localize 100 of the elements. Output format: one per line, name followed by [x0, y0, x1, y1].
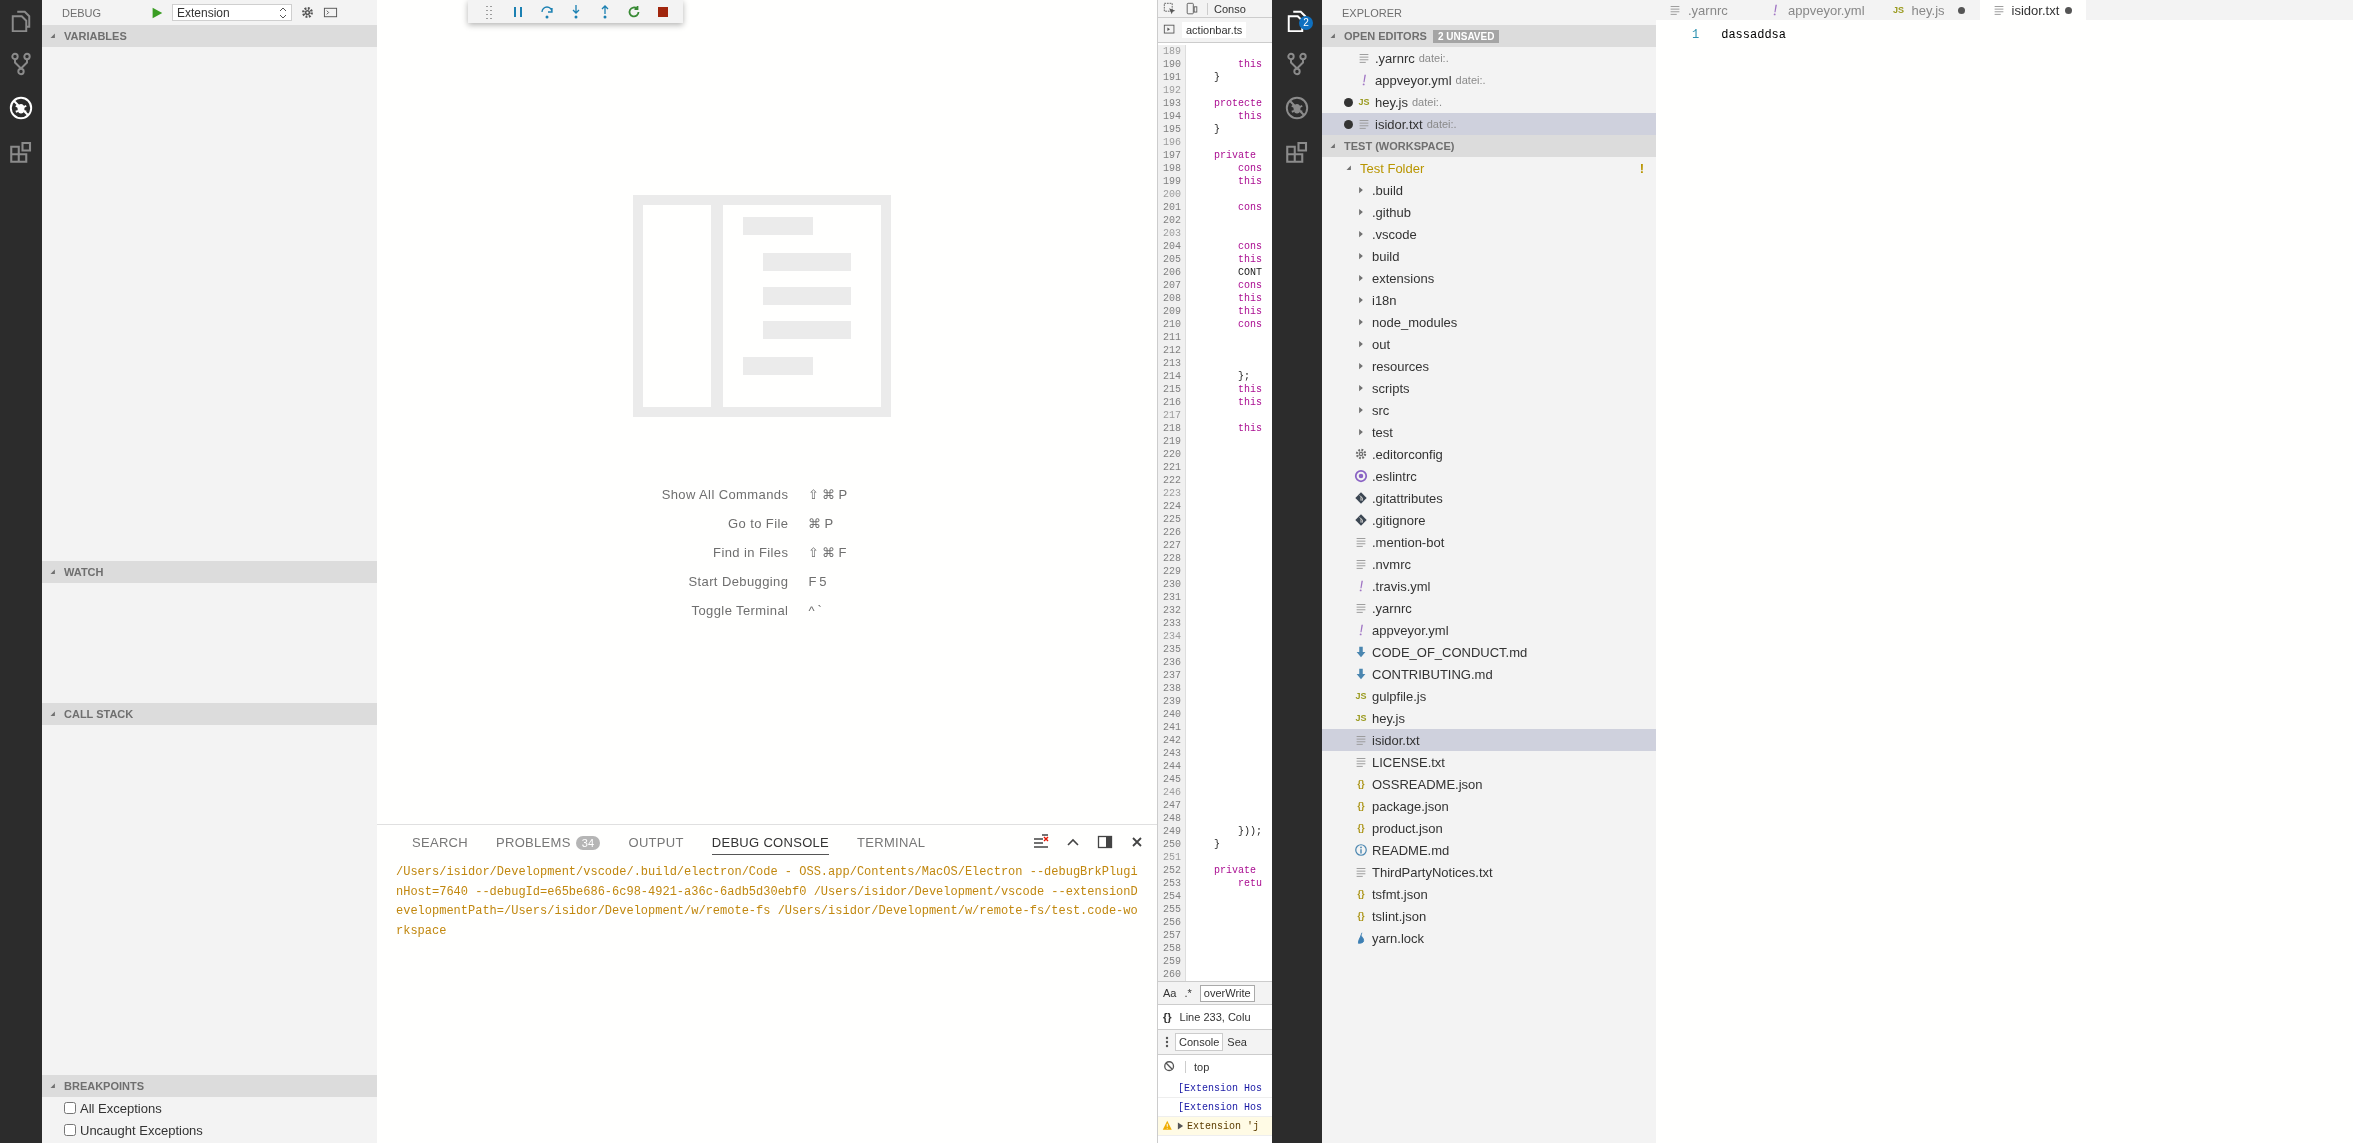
file-item[interactable]: .editorconfig — [1322, 443, 1656, 465]
expanded-triangle-icon[interactable] — [48, 1081, 58, 1091]
console-output: /Users/isidor/Development/vscode/.build/electron/Code - OSS.app/Contents/MacOS/Electron --debugBrkPluginHost=7640 --debugId=e65be686-6c98-4921-a36c-6adb5d30ebf0 /Users/isidor/Development/vscode --extensionDevelopmentPath=/Users/isidor/Development/w/remote-fs /Users/isidor/Development/w/remote-fs/test.code-workspace — [396, 864, 1138, 940]
play-icon[interactable] — [150, 5, 164, 20]
file-item[interactable]: {} package.json — [1322, 795, 1656, 817]
terminal-icon[interactable] — [323, 5, 338, 20]
search-field[interactable]: overWrite — [1199, 984, 1255, 1002]
open-editor-item[interactable]: .yarnrc datei:. — [1322, 47, 1656, 69]
file-item[interactable]: JS gulpfile.js — [1322, 685, 1656, 707]
sidebar-toggle-icon[interactable] — [1163, 23, 1177, 37]
folder-item[interactable]: src — [1322, 399, 1656, 421]
file-item[interactable]: {} tslint.json — [1322, 905, 1656, 927]
file-item[interactable]: CODE_OF_CONDUCT.md — [1322, 641, 1656, 663]
pretty-print-button[interactable]: {} — [1163, 1011, 1172, 1023]
branch-icon[interactable] — [1285, 52, 1309, 76]
line-number: 236 — [1158, 656, 1186, 669]
line-number: 206 — [1158, 266, 1186, 279]
line-number: 250 — [1158, 838, 1186, 851]
configuration-select[interactable]: Extension — [172, 4, 292, 21]
open-editor-item[interactable]: isidor.txt datei:. — [1322, 113, 1656, 135]
expanded-triangle-icon[interactable] — [1328, 141, 1338, 151]
branch-icon[interactable] — [9, 52, 33, 76]
context-select[interactable]: top — [1185, 1061, 1210, 1073]
line-number: 235 — [1158, 643, 1186, 656]
folder-item[interactable]: .vscode — [1322, 223, 1656, 245]
match-case-toggle[interactable]: Aa — [1163, 987, 1177, 999]
expanded-triangle-icon[interactable] — [48, 31, 58, 41]
section-header[interactable]: TEST (WORKSPACE) — [1322, 135, 1656, 157]
code-line: cons — [1237, 318, 1262, 331]
file-item[interactable]: JS hey.js — [1322, 707, 1656, 729]
panel-layout-icon[interactable] — [1097, 834, 1113, 850]
file-item[interactable]: appveyor.yml — [1322, 619, 1656, 641]
file-item[interactable]: {} OSSREADME.json — [1322, 773, 1656, 795]
extensions-icon[interactable] — [1285, 140, 1309, 164]
file-item[interactable]: .mention-bot — [1322, 531, 1656, 553]
file-item[interactable]: .yarnrc — [1322, 597, 1656, 619]
extensions-icon[interactable] — [9, 140, 33, 164]
gear-icon[interactable] — [300, 5, 315, 20]
section-header[interactable]: VARIABLES — [42, 25, 377, 47]
file-item[interactable]: .travis.yml — [1322, 575, 1656, 597]
file-item[interactable]: yarn.lock — [1322, 927, 1656, 949]
folder-item[interactable]: node_modules — [1322, 311, 1656, 333]
file-name: CODE_OF_CONDUCT.md — [1372, 644, 1528, 660]
drawer-tab[interactable]: Console — [1175, 1033, 1224, 1051]
file-tab[interactable]: actionbar.ts — [1182, 22, 1247, 38]
line-number: 242 — [1158, 734, 1186, 747]
expanded-triangle-icon[interactable] — [48, 709, 58, 719]
section-header[interactable]: CALL STACK — [42, 703, 377, 725]
checkbox[interactable] — [64, 1124, 76, 1136]
file-item[interactable]: isidor.txt — [1322, 729, 1656, 751]
folder-item[interactable]: extensions — [1322, 267, 1656, 289]
panel-tab[interactable]: DEBUG CONSOLE — [711, 829, 830, 855]
panel-tab[interactable]: PROBLEMS 34 — [496, 829, 601, 855]
file-item[interactable]: {} tsfmt.json — [1322, 883, 1656, 905]
expanded-triangle-icon[interactable] — [1328, 31, 1338, 41]
folder-item[interactable]: test — [1322, 421, 1656, 443]
kebab-menu-icon[interactable] — [1163, 1035, 1171, 1049]
panel-tab[interactable]: SEARCH — [412, 829, 468, 855]
file-item[interactable]: .gitignore — [1322, 509, 1656, 531]
open-editor-item[interactable]: JS hey.js datei:. — [1322, 91, 1656, 113]
folder-item[interactable]: build — [1322, 245, 1656, 267]
device-icon[interactable] — [1185, 1, 1199, 16]
line-number: 215 — [1158, 383, 1186, 396]
file-item[interactable]: {} product.json — [1322, 817, 1656, 839]
folder-item[interactable]: scripts — [1322, 377, 1656, 399]
folder-item[interactable]: .github — [1322, 201, 1656, 223]
panel-tab[interactable]: TERMINAL — [857, 829, 926, 855]
file-item[interactable]: CONTRIBUTING.md — [1322, 663, 1656, 685]
section-header[interactable]: WATCH — [42, 561, 377, 583]
folder-item[interactable]: .build — [1322, 179, 1656, 201]
file-item[interactable]: LICENSE.txt — [1322, 751, 1656, 773]
folder-item[interactable]: out — [1322, 333, 1656, 355]
file-item[interactable]: .eslintrc — [1322, 465, 1656, 487]
clear-console-icon[interactable] — [1033, 834, 1049, 850]
clear-icon[interactable] — [1163, 1060, 1177, 1074]
line-number: 211 — [1158, 331, 1186, 344]
inspect-icon[interactable] — [1163, 1, 1177, 16]
line-number: 204 — [1158, 240, 1186, 253]
code-line: dassaddsa — [1721, 28, 1786, 42]
file-item[interactable]: .nvmrc — [1322, 553, 1656, 575]
editor-tab[interactable]: isidor.txt — [1979, 0, 2088, 20]
folder-item[interactable]: i18n — [1322, 289, 1656, 311]
code-line: private — [1213, 149, 1256, 162]
checkbox[interactable] — [64, 1102, 76, 1114]
panel-tab[interactable]: OUTPUT — [628, 829, 684, 855]
expand-triangle-icon[interactable] — [1177, 1121, 1184, 1131]
expanded-triangle-icon[interactable] — [1344, 163, 1354, 173]
step-over-icon[interactable] — [538, 3, 555, 20]
file-item[interactable]: .gitattributes — [1322, 487, 1656, 509]
files-icon[interactable] — [1285, 8, 1309, 32]
section-header[interactable]: BREAKPOINTS — [42, 1075, 377, 1097]
file-item[interactable]: ThirdPartyNotices.txt — [1322, 861, 1656, 883]
folder-item[interactable]: resources — [1322, 355, 1656, 377]
section-header[interactable]: OPEN EDITORS 2 UNSAVED — [1322, 25, 1656, 47]
drawer-tab[interactable]: Sea — [1227, 1034, 1247, 1050]
lines-icon — [1357, 51, 1371, 65]
regex-toggle[interactable]: .* — [1184, 987, 1192, 999]
expanded-triangle-icon[interactable] — [48, 567, 58, 577]
file-item[interactable]: README.md — [1322, 839, 1656, 861]
open-editor-item[interactable]: appveyor.yml datei:. — [1322, 69, 1656, 91]
